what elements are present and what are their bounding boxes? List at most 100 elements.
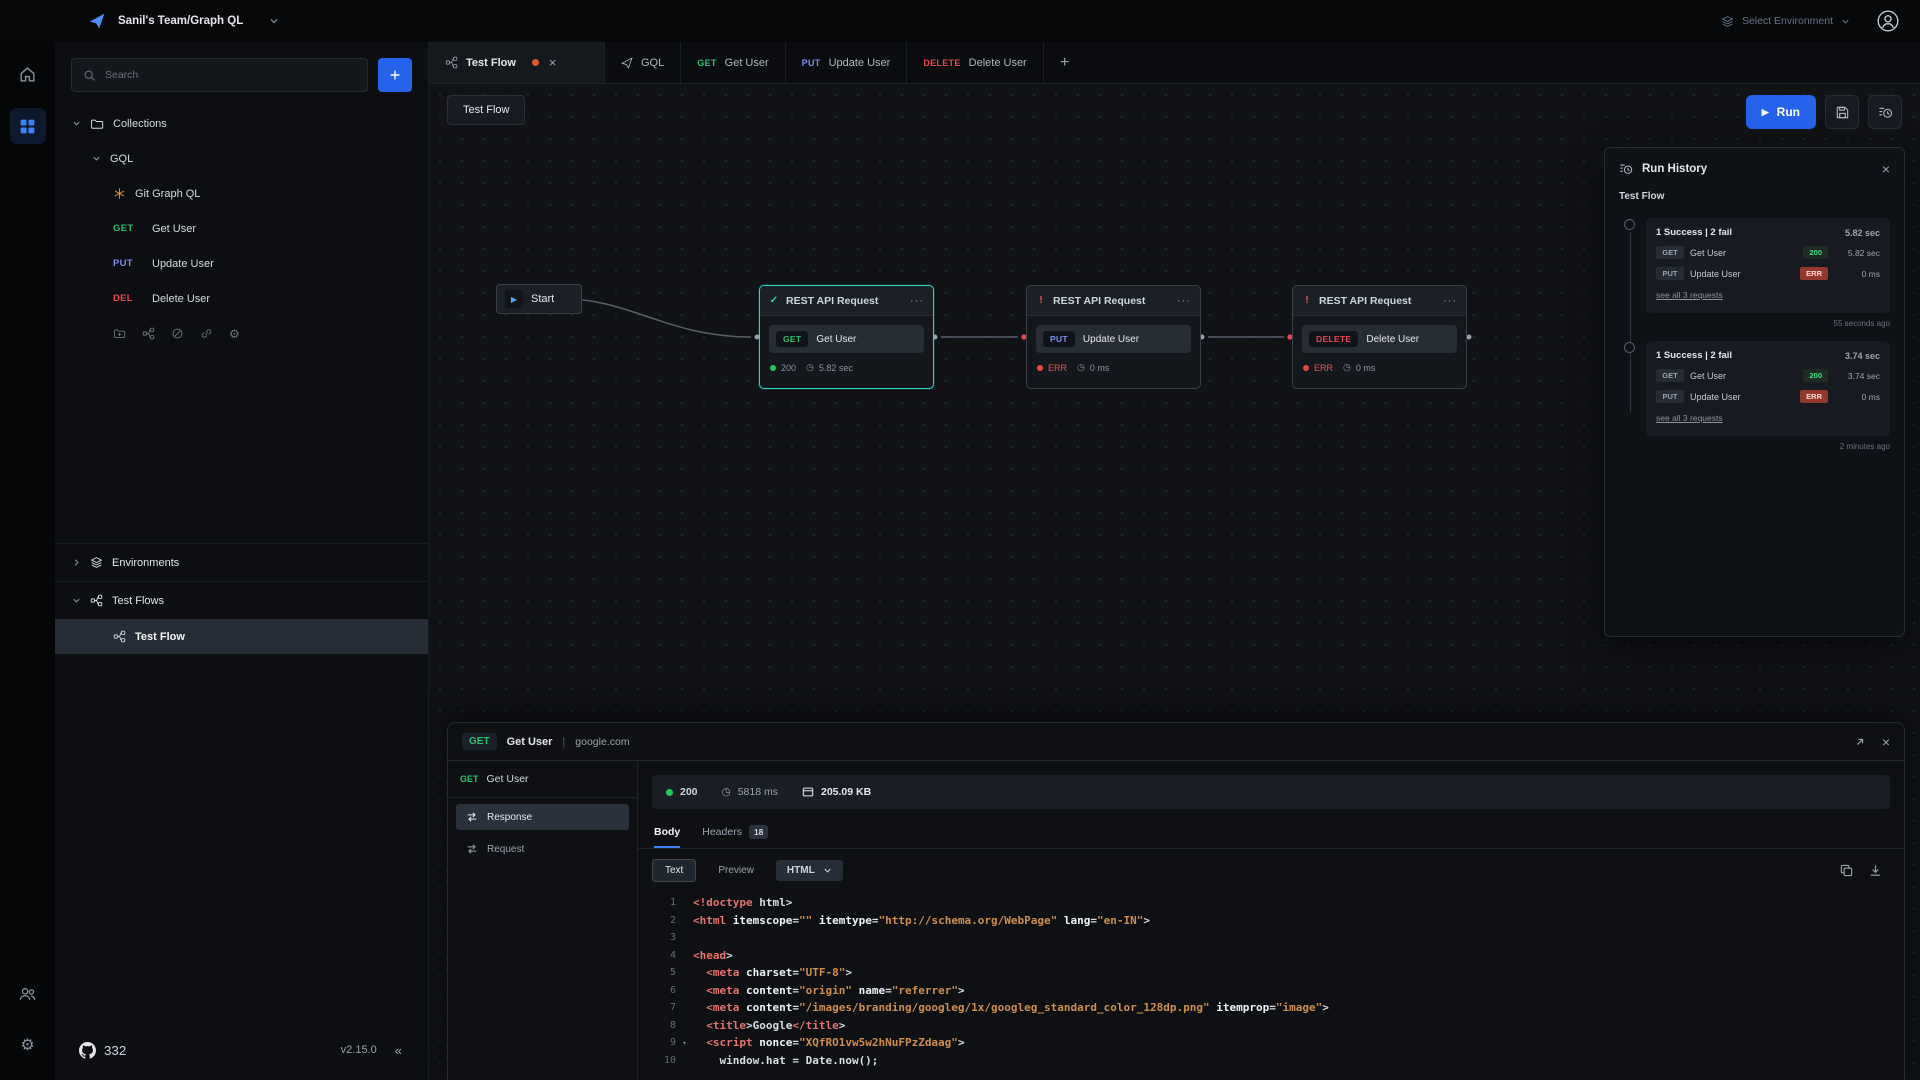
run-history-button[interactable] — [1868, 95, 1902, 129]
view-text-button[interactable]: Text — [652, 859, 696, 882]
nav-response-tab[interactable]: Response — [456, 804, 629, 830]
run-button[interactable]: ▶ Run — [1746, 95, 1816, 129]
status-code: 200 — [680, 786, 698, 798]
request-item-delete-user[interactable]: DEL Delete User — [55, 281, 428, 316]
run-history-body: 1 Success | 2 fail 5.82 sec GET Get User… — [1605, 216, 1904, 636]
link-button[interactable] — [200, 327, 213, 340]
see-all-requests-link[interactable]: see all 3 requests — [1656, 290, 1723, 300]
request-label: Get User — [152, 223, 196, 235]
tab-headers-label: Headers — [702, 826, 742, 838]
search-field[interactable] — [105, 69, 356, 81]
add-new-button[interactable] — [378, 58, 412, 92]
view-preview-button[interactable]: Preview — [705, 859, 767, 882]
line-number: 1 — [638, 897, 676, 908]
request-item-git-graph-ql[interactable]: Git Graph QL — [55, 176, 428, 211]
collection-settings-button[interactable]: ⚙ — [229, 328, 240, 340]
nav-response-label: Response — [487, 812, 532, 823]
app-version: v2.15.0 — [341, 1044, 377, 1056]
test-flow-item[interactable]: Test Flow — [55, 619, 428, 654]
expand-panel-button[interactable] — [1854, 734, 1866, 750]
workspace-switcher[interactable]: Sanil's Team/Graph QL — [118, 15, 279, 27]
code-text: <meta content="/images/branding/googleg/… — [693, 1001, 1329, 1014]
home-button[interactable] — [10, 56, 46, 92]
flow-node-delete-user[interactable]: ! REST API Request ··· DELETE Delete Use… — [1292, 285, 1467, 389]
line-number: 9 — [638, 1037, 676, 1048]
method-chip: PUT — [1043, 331, 1075, 347]
close-icon[interactable]: × — [1882, 161, 1890, 177]
tab-headers[interactable]: Headers 18 — [702, 819, 768, 848]
nav-request-item[interactable]: GET Get User — [448, 761, 637, 798]
code-text: <html itemscope="" itemtype="http://sche… — [693, 914, 1150, 927]
add-folder-button[interactable] — [113, 327, 126, 340]
settings-button[interactable]: ⚙ — [10, 1028, 46, 1064]
run-entry-card[interactable]: 1 Success | 2 fail 3.74 sec GET Get User… — [1646, 341, 1890, 436]
format-select[interactable]: HTML — [776, 860, 843, 881]
tab-delete-user[interactable]: DELETE Delete User — [907, 42, 1043, 83]
status-dot — [666, 789, 673, 796]
grid-icon — [18, 117, 37, 136]
run-request-row: PUT Update User ERR 0 ms — [1656, 390, 1880, 403]
workspace-grid-button[interactable] — [10, 108, 46, 144]
request-item-get-user[interactable]: GET Get User — [55, 211, 428, 246]
flow-node-update-user[interactable]: ! REST API Request ··· PUT Update User E… — [1026, 285, 1201, 389]
tab-bar: Test Flow × GQL GET Get User PUT Update … — [429, 42, 1920, 84]
node-body: PUT Update User — [1027, 316, 1200, 357]
timeline-marker — [1624, 342, 1635, 353]
chevron-down-icon — [1841, 17, 1850, 26]
see-all-requests-link[interactable]: see all 3 requests — [1656, 413, 1723, 423]
github-stars-button[interactable]: 332 — [79, 1042, 126, 1059]
response-size: 205.09 KB — [821, 786, 871, 798]
more-icon[interactable]: ··· — [1177, 295, 1191, 307]
collection-gql-label: GQL — [110, 153, 133, 165]
success-icon: ✓ — [769, 295, 779, 306]
save-button[interactable] — [1825, 95, 1859, 129]
disable-button[interactable] — [171, 327, 184, 340]
node-header: ! REST API Request ··· — [1027, 286, 1200, 316]
topbar: Sanil's Team/Graph QL Select Environment — [0, 0, 1920, 42]
members-button[interactable] — [10, 976, 46, 1012]
line-number: 4 — [638, 950, 676, 961]
tab-update-user[interactable]: PUT Update User — [786, 42, 908, 83]
tab-test-flow[interactable]: Test Flow × — [429, 42, 605, 83]
response-panel: GET Get User | google.com × GET Get User — [447, 722, 1905, 1080]
status-dot — [1037, 365, 1043, 371]
close-icon[interactable]: × — [549, 55, 557, 70]
run-history-header: Run History × — [1605, 148, 1904, 187]
close-icon[interactable]: × — [1882, 734, 1890, 750]
new-tab-button[interactable]: + — [1044, 42, 1086, 83]
fold-icon[interactable]: ▾ — [676, 1039, 693, 1047]
test-flows-section-header[interactable]: Test Flows — [55, 581, 428, 619]
collection-gql[interactable]: GQL — [55, 141, 428, 176]
tab-body[interactable]: Body — [654, 819, 680, 848]
search-input[interactable] — [71, 58, 368, 92]
environments-section-header[interactable]: Environments — [55, 543, 428, 581]
code-line: 8 <title>Google</title> — [638, 1017, 1904, 1035]
download-button[interactable] — [1869, 864, 1882, 877]
method-chip: DELETE — [1309, 331, 1358, 347]
more-icon[interactable]: ··· — [1443, 295, 1457, 307]
collapse-sidebar-button[interactable]: « — [395, 1043, 402, 1058]
environment-selector[interactable]: Select Environment — [1721, 15, 1850, 28]
search-icon — [83, 69, 96, 82]
flow-node-get-user[interactable]: ✓ REST API Request ··· GET Get User 200 … — [759, 285, 934, 389]
more-icon[interactable]: ··· — [910, 295, 924, 307]
copy-button[interactable] — [1840, 864, 1853, 877]
response-body-editor[interactable]: 1<!doctype html> 2<html itemscope="" ite… — [638, 892, 1904, 1080]
code-line: 1<!doctype html> — [638, 894, 1904, 912]
request-field[interactable]: GET Get User — [769, 325, 924, 353]
collections-section-header[interactable]: Collections — [55, 106, 428, 141]
start-node[interactable]: ▶ Start — [496, 284, 582, 314]
line-number: 3 — [638, 932, 676, 943]
tab-gql[interactable]: GQL — [605, 42, 681, 83]
node-header: ✓ REST API Request ··· — [760, 286, 933, 316]
tab-get-user[interactable]: GET Get User — [681, 42, 785, 83]
user-avatar[interactable] — [1876, 9, 1900, 33]
request-field[interactable]: DELETE Delete User — [1302, 325, 1457, 353]
request-item-update-user[interactable]: PUT Update User — [55, 246, 428, 281]
run-entry-card[interactable]: 1 Success | 2 fail 5.82 sec GET Get User… — [1646, 218, 1890, 313]
add-flow-button[interactable] — [142, 327, 155, 340]
request-field[interactable]: PUT Update User — [1036, 325, 1191, 353]
nav-request-tab[interactable]: Request — [456, 836, 629, 862]
flow-icon — [445, 56, 458, 69]
elapsed-time: 5.82 sec — [819, 363, 853, 373]
